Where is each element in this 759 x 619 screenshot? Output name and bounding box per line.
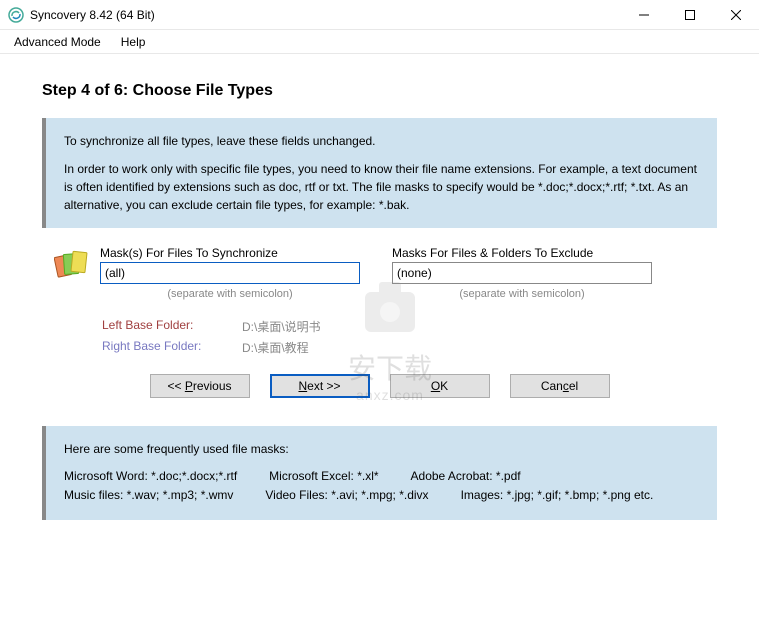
info-box: To synchronize all file types, leave the… xyxy=(42,118,717,228)
sync-mask-column: Mask(s) For Files To Synchronize (separa… xyxy=(100,246,360,300)
hints-row-1: Microsoft Word: *.doc;*.docx;*.rtf Micro… xyxy=(64,467,699,486)
paths-section: Left Base Folder: D:\桌面\说明书 Right Base F… xyxy=(42,318,717,356)
next-button[interactable]: Next >> xyxy=(270,374,370,398)
hint-excel: Microsoft Excel: *.xl* xyxy=(269,467,378,486)
window-controls xyxy=(621,0,759,30)
hint-music: Music files: *.wav; *.mp3; *.wmv xyxy=(64,486,233,505)
close-icon xyxy=(731,10,741,20)
left-folder-value: D:\桌面\说明书 xyxy=(242,318,321,335)
right-path-row: Right Base Folder: D:\桌面\教程 xyxy=(102,339,717,356)
previous-button[interactable]: << Previous xyxy=(150,374,250,398)
minimize-button[interactable] xyxy=(621,0,667,30)
exclude-mask-label: Masks For Files & Folders To Exclude xyxy=(392,246,652,260)
hints-row-2: Music files: *.wav; *.mp3; *.wmv Video F… xyxy=(64,486,699,505)
app-icon xyxy=(8,7,24,23)
minimize-icon xyxy=(639,10,649,20)
ok-button[interactable]: OK xyxy=(390,374,490,398)
wizard-buttons: << Previous Next >> OK Cancel xyxy=(42,374,717,398)
maximize-icon xyxy=(685,10,695,20)
sync-mask-hint: (separate with semicolon) xyxy=(100,288,360,300)
masks-section: Mask(s) For Files To Synchronize (separa… xyxy=(42,246,717,300)
hint-video: Video Files: *.avi; *.mpg; *.divx xyxy=(265,486,428,505)
hint-acrobat: Adobe Acrobat: *.pdf xyxy=(411,467,521,486)
menu-help[interactable]: Help xyxy=(111,33,156,51)
exclude-mask-hint: (separate with semicolon) xyxy=(392,288,652,300)
hint-word: Microsoft Word: *.doc;*.docx;*.rtf xyxy=(64,467,237,486)
hint-images: Images: *.jpg; *.gif; *.bmp; *.png etc. xyxy=(461,486,654,505)
exclude-mask-input[interactable] xyxy=(392,262,652,284)
close-button[interactable] xyxy=(713,0,759,30)
menubar: Advanced Mode Help xyxy=(0,30,759,54)
left-folder-label: Left Base Folder: xyxy=(102,318,242,335)
right-folder-value: D:\桌面\教程 xyxy=(242,339,309,356)
hints-box: Here are some frequently used file masks… xyxy=(42,426,717,520)
step-title: Step 4 of 6: Choose File Types xyxy=(42,82,717,100)
mask-columns: Mask(s) For Files To Synchronize (separa… xyxy=(100,246,717,300)
window-title: Syncovery 8.42 (64 Bit) xyxy=(30,8,621,22)
info-text-1: To synchronize all file types, leave the… xyxy=(64,132,699,150)
file-types-icon xyxy=(54,248,90,284)
menu-advanced-mode[interactable]: Advanced Mode xyxy=(4,33,111,51)
hints-intro: Here are some frequently used file masks… xyxy=(64,440,699,459)
cancel-button[interactable]: Cancel xyxy=(510,374,610,398)
exclude-mask-column: Masks For Files & Folders To Exclude (se… xyxy=(392,246,652,300)
maximize-button[interactable] xyxy=(667,0,713,30)
sync-mask-label: Mask(s) For Files To Synchronize xyxy=(100,246,360,260)
sync-mask-input[interactable] xyxy=(100,262,360,284)
left-path-row: Left Base Folder: D:\桌面\说明书 xyxy=(102,318,717,335)
info-text-2: In order to work only with specific file… xyxy=(64,160,699,214)
wizard-content: Step 4 of 6: Choose File Types To synchr… xyxy=(0,54,759,540)
right-folder-label: Right Base Folder: xyxy=(102,339,242,356)
titlebar: Syncovery 8.42 (64 Bit) xyxy=(0,0,759,30)
